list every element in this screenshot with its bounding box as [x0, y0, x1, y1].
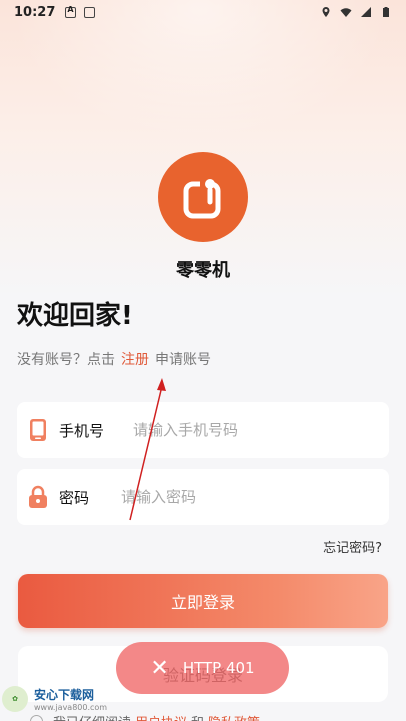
lock-icon	[27, 484, 49, 510]
register-link[interactable]: 注册	[121, 349, 149, 369]
close-icon: ✕	[150, 655, 169, 681]
password-label: 密码	[59, 488, 90, 507]
phone-label: 手机号	[59, 421, 105, 440]
phone-icon	[27, 417, 49, 443]
location-icon	[322, 7, 330, 17]
app-logo-icon	[183, 179, 221, 219]
watermark-url: www.java800.com	[34, 703, 108, 712]
toast-text: HTTP 401	[182, 659, 255, 677]
password-input[interactable]	[121, 488, 389, 506]
user-agreement-link[interactable]: 用户协议	[135, 712, 187, 721]
app-name: 零零机	[176, 260, 230, 281]
battery-icon	[383, 7, 389, 17]
notification-a-icon	[65, 5, 77, 18]
error-toast: ✕ HTTP 401	[116, 642, 289, 694]
signal-icon	[361, 7, 371, 17]
notification-image-icon	[84, 6, 96, 18]
watermark-title: 安心下载网	[34, 688, 95, 702]
welcome-heading: 欢迎回家!	[17, 301, 133, 331]
app-logo	[158, 152, 248, 242]
register-suffix: 申请账号	[155, 352, 211, 368]
phone-input[interactable]	[133, 421, 389, 439]
login-button[interactable]: 立即登录	[18, 574, 388, 628]
watermark-text: 安心下载网 www.java800.com	[34, 686, 107, 712]
watermark: ✿ 安心下载网 www.java800.com	[2, 686, 107, 712]
agreement-checkbox[interactable]	[30, 715, 43, 721]
agreement-line: 我已仔细阅读 用户协议 和 隐私政策	[30, 712, 260, 721]
phone-field[interactable]: 手机号	[17, 402, 389, 458]
agreement-and: 和	[191, 712, 204, 721]
forgot-password-link[interactable]: 忘记密码?	[323, 537, 382, 556]
register-prefix: 没有账号？点击	[17, 352, 115, 368]
password-field[interactable]: 密码	[17, 469, 389, 525]
wifi-icon	[340, 8, 352, 17]
agreement-prefix: 我已仔细阅读	[53, 712, 131, 721]
status-icons	[320, 6, 392, 18]
status-bar: 10:27	[0, 0, 406, 24]
privacy-policy-link[interactable]: 隐私政策	[208, 712, 260, 721]
watermark-logo-icon: ✿	[2, 686, 28, 712]
register-prompt: 没有账号？点击 注册 申请账号	[17, 349, 211, 369]
status-time: 10:27	[14, 4, 56, 20]
